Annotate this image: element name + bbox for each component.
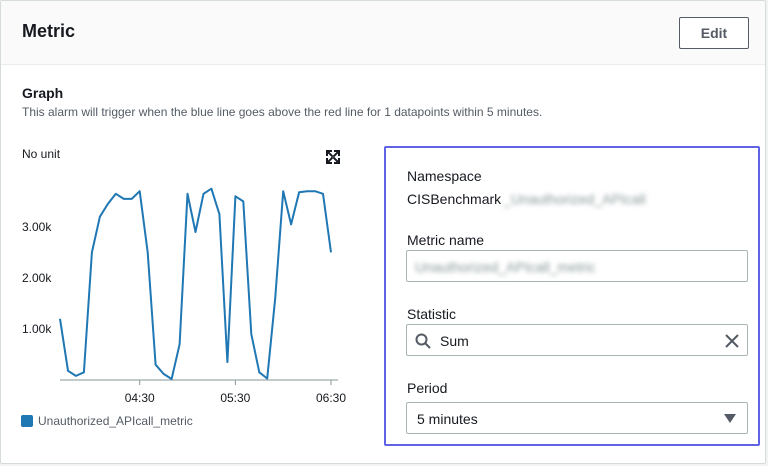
data-point[interactable]	[58, 317, 62, 321]
data-point[interactable]	[321, 192, 325, 196]
y-tick-label: 2.00k	[22, 271, 52, 285]
metric-details-box: Namespace CISBenchmark _Unauthorized_API…	[384, 146, 760, 446]
metric-chart: 1.00k 2.00k 3.00k 04:30 05:30 06:30	[22, 187, 346, 405]
data-point[interactable]	[249, 332, 253, 336]
clear-icon[interactable]	[724, 333, 740, 349]
x-tick-label: 06:30	[316, 391, 346, 405]
metric-name-value: Unauthorized_APIcall_metric	[415, 259, 596, 275]
y-tick-label: 3.00k	[22, 220, 52, 234]
data-point[interactable]	[225, 360, 229, 364]
statistic-label: Statistic	[407, 306, 457, 322]
unit-label: No unit	[22, 147, 61, 161]
namespace-redacted: _Unauthorized_APIcall	[503, 191, 646, 207]
panel-header: Metric Edit	[1, 1, 765, 65]
y-tick-label: 1.00k	[22, 322, 52, 336]
data-point[interactable]	[146, 250, 150, 254]
data-point[interactable]	[305, 189, 309, 193]
data-point[interactable]	[138, 189, 142, 193]
metric-panel: Metric Edit Graph This alarm will trigge…	[0, 0, 766, 464]
data-point[interactable]	[201, 192, 205, 196]
statistic-value: Sum	[440, 333, 469, 349]
data-point[interactable]	[297, 190, 301, 194]
data-point[interactable]	[178, 342, 182, 346]
data-point[interactable]	[273, 296, 277, 300]
data-point[interactable]	[82, 370, 86, 374]
data-point[interactable]	[122, 197, 126, 201]
period-value: 5 minutes	[417, 411, 478, 427]
x-tick-label: 05:30	[220, 391, 250, 405]
data-point[interactable]	[257, 370, 261, 374]
legend-label[interactable]: Unauthorized_APIcall_metric	[38, 414, 193, 428]
data-point[interactable]	[233, 194, 237, 198]
data-point[interactable]	[154, 363, 158, 367]
period-select[interactable]: 5 minutes	[406, 402, 748, 434]
data-point[interactable]	[170, 377, 174, 381]
data-point[interactable]	[217, 212, 221, 216]
data-point[interactable]	[90, 250, 94, 254]
metric-name-input[interactable]: Unauthorized_APIcall_metric	[406, 250, 748, 282]
metric-name-label: Metric name	[407, 232, 485, 248]
chart-legend: Unauthorized_APIcall_metric	[21, 414, 193, 428]
search-icon	[415, 333, 431, 349]
data-point[interactable]	[313, 189, 317, 193]
data-point[interactable]	[209, 187, 213, 191]
data-point[interactable]	[130, 197, 134, 201]
statistic-input[interactable]: Sum	[406, 324, 748, 356]
edit-button[interactable]: Edit	[679, 17, 749, 49]
namespace-text: CISBenchmark	[407, 191, 502, 207]
namespace-value: CISBenchmark _Unauthorized_APIcall	[407, 191, 646, 207]
expand-icon[interactable]	[325, 149, 341, 165]
data-point[interactable]	[66, 369, 70, 373]
legend-swatch	[21, 415, 33, 427]
data-point[interactable]	[329, 250, 333, 254]
period-label: Period	[407, 380, 448, 396]
data-point[interactable]	[106, 202, 110, 206]
graph-title: Graph	[22, 85, 64, 101]
x-tick-label: 04:30	[125, 391, 155, 405]
data-point[interactable]	[114, 192, 118, 196]
namespace-label: Namespace	[407, 168, 482, 184]
data-point[interactable]	[186, 192, 190, 196]
data-point[interactable]	[265, 376, 269, 380]
data-point[interactable]	[281, 189, 285, 193]
data-point[interactable]	[289, 222, 293, 226]
graph-description: This alarm will trigger when the blue li…	[22, 105, 543, 119]
data-point[interactable]	[162, 372, 166, 376]
panel-title: Metric	[22, 21, 76, 41]
data-point[interactable]	[74, 374, 78, 378]
data-point[interactable]	[98, 215, 102, 219]
data-point[interactable]	[194, 230, 198, 234]
data-point[interactable]	[241, 199, 245, 203]
caret-down-icon	[724, 414, 736, 423]
